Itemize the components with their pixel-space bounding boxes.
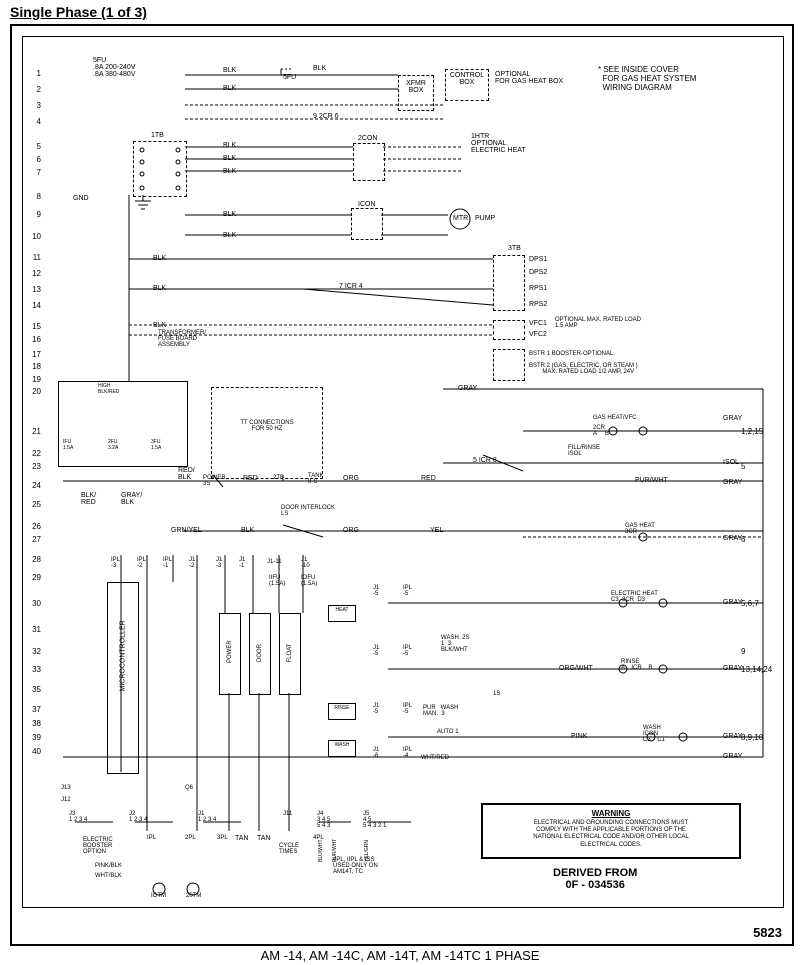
- document-frame: 1 2 3 4 5 6 7 8 9 10 11 12 13 14 15 16 1…: [10, 24, 794, 946]
- diagram-frame: 1 2 3 4 5 6 7 8 9 10 11 12 13 14 15 16 1…: [22, 36, 784, 908]
- caption: AM -14, AM -14C, AM -14T, AM -14TC 1 PHA…: [0, 948, 800, 963]
- page-title: Single Phase (1 of 3): [10, 4, 147, 20]
- doc-id: 5823: [753, 925, 782, 940]
- wiring-lines: [23, 37, 783, 907]
